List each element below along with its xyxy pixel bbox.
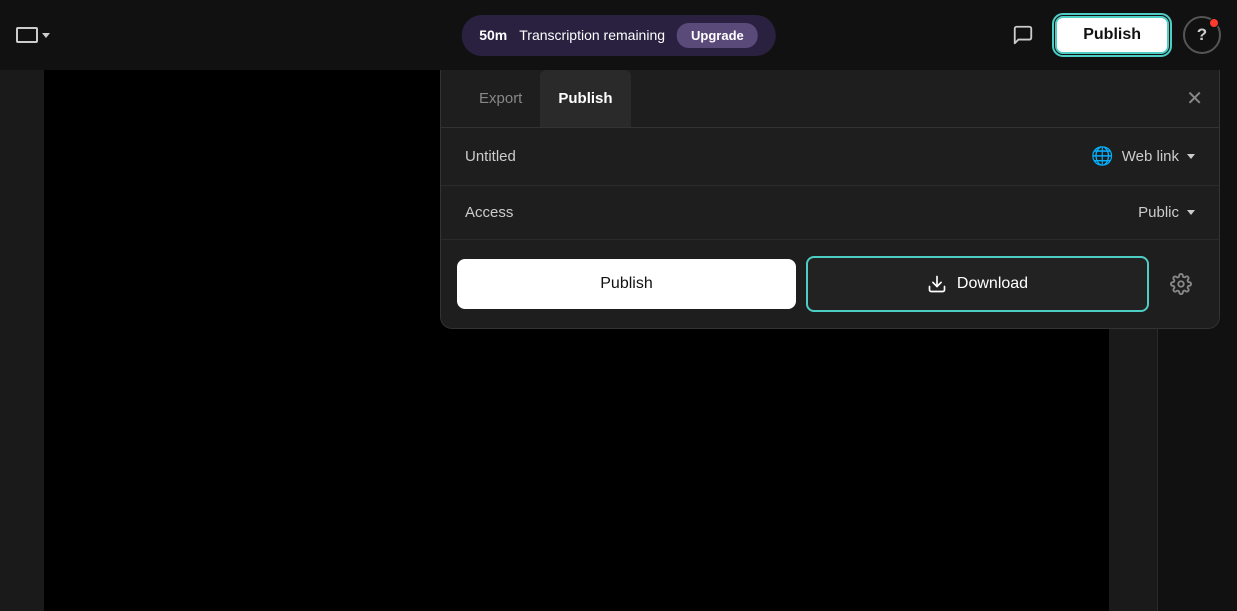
help-button[interactable]: ?	[1183, 16, 1221, 54]
chat-button[interactable]	[1005, 17, 1041, 53]
aspect-ratio-selector[interactable]	[16, 27, 50, 43]
tab-publish[interactable]: Publish	[540, 70, 630, 127]
access-selector[interactable]: Public	[1138, 204, 1195, 221]
modal-actions: Publish Download	[441, 240, 1219, 328]
chevron-down-icon	[42, 33, 50, 38]
modal-tabs: Export Publish ✕	[441, 70, 1219, 128]
chevron-down-icon	[1187, 154, 1195, 159]
close-button[interactable]: ✕	[1186, 89, 1203, 109]
settings-button[interactable]	[1159, 262, 1203, 306]
web-link-selector[interactable]: 🌐 Web link	[1091, 146, 1195, 167]
topbar: 50m Transcription remaining Upgrade Publ…	[0, 0, 1237, 70]
download-action-button[interactable]: Download	[806, 256, 1149, 312]
web-link-label: Web link	[1122, 148, 1179, 165]
modal-row-title: Untitled 🌐 Web link	[441, 128, 1219, 186]
modal-row-access: Access Public	[441, 186, 1219, 240]
notification-wrapper: ?	[1183, 16, 1221, 54]
topbar-right: Publish ?	[1005, 16, 1221, 54]
chat-icon	[1012, 24, 1034, 46]
transcription-text: Transcription remaining	[519, 27, 665, 43]
topbar-center: 50m Transcription remaining Upgrade	[461, 15, 776, 56]
tab-export[interactable]: Export	[461, 70, 540, 127]
access-value: Public	[1138, 204, 1179, 221]
publish-topbar-button[interactable]: Publish	[1055, 16, 1169, 54]
transcription-minutes: 50m	[479, 27, 507, 43]
publish-action-button[interactable]: Publish	[457, 259, 796, 309]
download-icon	[927, 274, 947, 294]
modal-title-label: Untitled	[465, 148, 516, 165]
chevron-down-icon	[1187, 210, 1195, 215]
modal-panel: Export Publish ✕ Untitled 🌐 Web link Acc…	[440, 70, 1220, 329]
aspect-ratio-icon	[16, 27, 38, 43]
main-area: 1 / Scene Layer Export Publish ✕ U	[0, 70, 1237, 611]
modal-content: Untitled 🌐 Web link Access Public	[441, 128, 1219, 240]
transcription-pill: 50m Transcription remaining Upgrade	[461, 15, 776, 56]
download-label: Download	[957, 275, 1028, 293]
topbar-left	[16, 27, 50, 43]
access-label: Access	[465, 204, 513, 221]
settings-icon	[1170, 273, 1192, 295]
globe-icon: 🌐	[1091, 146, 1113, 167]
upgrade-button[interactable]: Upgrade	[677, 23, 758, 48]
